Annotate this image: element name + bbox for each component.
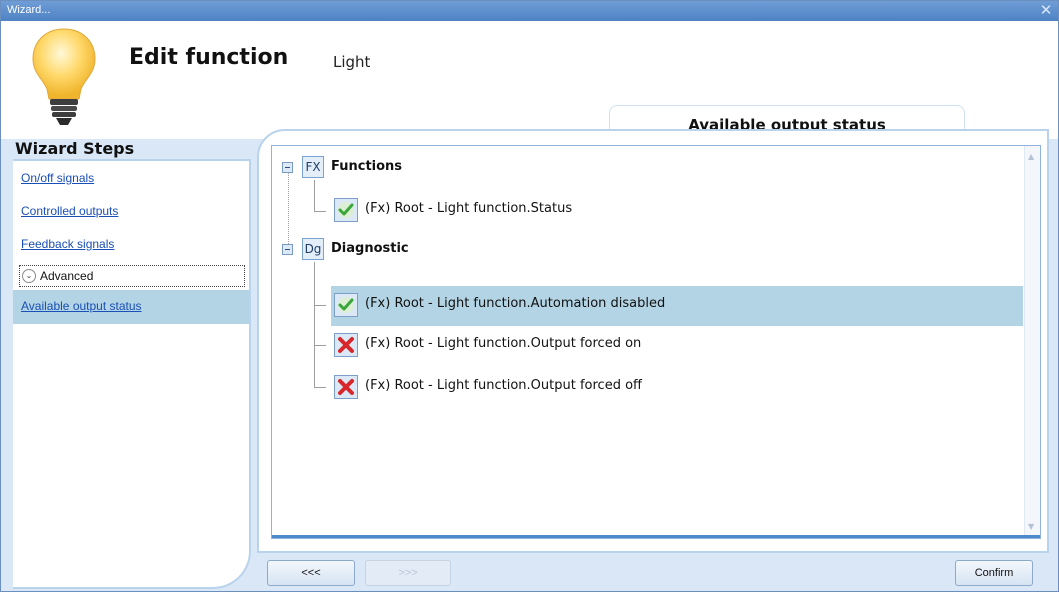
advanced-section-toggle[interactable]: ⌄ Advanced — [19, 265, 245, 287]
check-glyph — [338, 202, 354, 218]
page-title: Edit function — [129, 45, 289, 70]
wizard-header: Edit function Light Available output sta… — [1, 21, 1058, 153]
function-type-label: Light — [333, 53, 371, 71]
vertical-scrollbar[interactable]: ▲ ▼ — [1024, 146, 1040, 537]
sidebar-item-feedback-signals[interactable]: Feedback signals — [21, 237, 114, 251]
confirm-button[interactable]: Confirm — [955, 560, 1033, 586]
light-bulb-icon — [32, 28, 96, 125]
cross-icon[interactable] — [334, 333, 358, 357]
scroll-down-icon[interactable]: ▼ — [1028, 522, 1034, 531]
wizard-window: Wizard... ✕ Edit function Light Availabl… — [0, 0, 1059, 592]
tree-connector — [314, 306, 326, 346]
chevron-down-icon: ⌄ — [22, 269, 36, 283]
sidebar-item-on-off-signals[interactable]: On/off signals — [21, 171, 94, 185]
check-icon[interactable] — [334, 198, 358, 222]
tree-connector — [314, 346, 326, 388]
sidebar-item-available-output-status[interactable]: Available output status — [13, 290, 249, 324]
tree-connector — [288, 164, 289, 244]
wizard-steps-title: Wizard Steps — [15, 139, 135, 158]
sidebar-item-controlled-outputs[interactable]: Controlled outputs — [21, 204, 118, 218]
group-label-diagnostic: Diagnostic — [331, 241, 409, 256]
cross-glyph — [338, 379, 354, 395]
advanced-label: Advanced — [40, 269, 94, 283]
scroll-up-icon[interactable]: ▲ — [1028, 152, 1034, 161]
back-button[interactable]: <<< — [267, 560, 355, 586]
window-title: Wizard... — [7, 4, 51, 16]
close-icon[interactable]: ✕ — [1038, 2, 1054, 18]
tree-item-label[interactable]: (Fx) Root - Light function.Output forced… — [365, 378, 642, 393]
tree-connector — [314, 180, 326, 212]
dg-badge-icon: Dg — [302, 238, 324, 260]
check-glyph — [338, 297, 354, 313]
check-icon[interactable] — [334, 293, 358, 317]
tree-item-label[interactable]: (Fx) Root - Light function.Automation di… — [365, 296, 665, 311]
title-bar: Wizard... ✕ — [1, 1, 1058, 21]
next-button[interactable]: >>> — [365, 560, 451, 586]
collapse-diagnostic-button[interactable] — [282, 244, 293, 255]
tree-bottom-border — [272, 535, 1040, 538]
tree-connector — [314, 262, 326, 306]
fx-badge-icon: FX — [302, 156, 324, 178]
cross-icon[interactable] — [334, 375, 358, 399]
group-label-functions: Functions — [331, 159, 403, 174]
collapse-functions-button[interactable] — [282, 162, 293, 173]
main-content-panel: FX Functions (Fx) Root - Light function.… — [257, 129, 1049, 553]
cross-glyph — [338, 337, 354, 353]
tree-item-label[interactable]: (Fx) Root - Light function.Output forced… — [365, 336, 641, 351]
sidebar-item-label[interactable]: Available output status — [21, 299, 142, 313]
output-status-tree: FX Functions (Fx) Root - Light function.… — [271, 145, 1041, 539]
tree-item-label[interactable]: (Fx) Root - Light function.Status — [365, 201, 572, 216]
wizard-steps-panel: On/off signals Controlled outputs Feedba… — [13, 159, 251, 589]
